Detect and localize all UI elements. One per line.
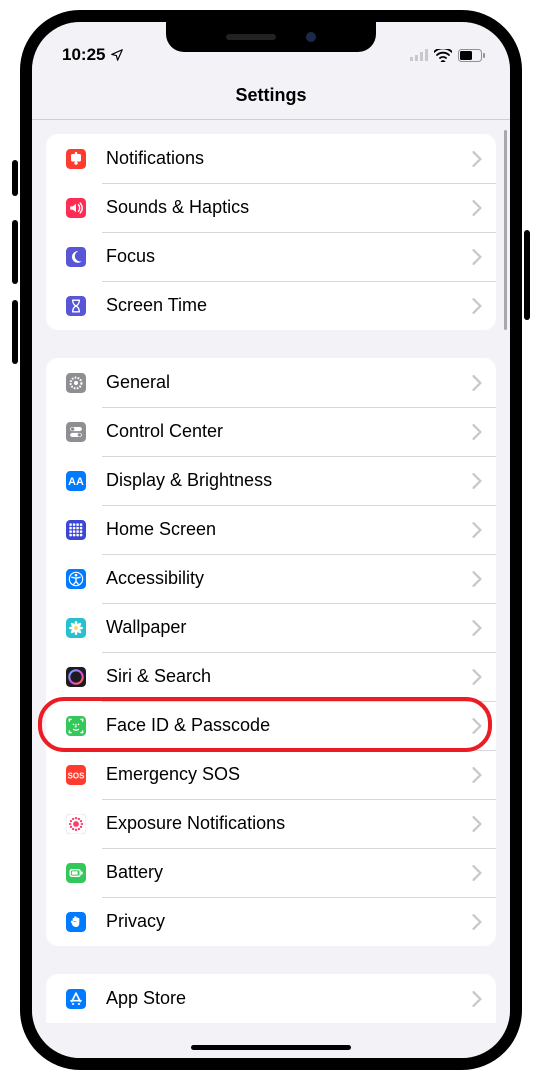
accessibility-icon [60,563,92,595]
row-control-center[interactable]: Control Center [46,407,496,456]
chevron-right-icon [472,375,482,391]
settings-content[interactable]: Notifications Sounds & Haptics Focus Scr… [32,120,510,1058]
svg-text:SOS: SOS [68,771,85,780]
row-screen-time[interactable]: Screen Time [46,281,496,330]
row-label: Sounds & Haptics [106,197,472,218]
row-label: Notifications [106,148,472,169]
row-emergency-sos[interactable]: SOS Emergency SOS [46,750,496,799]
row-label: Screen Time [106,295,472,316]
row-label: Home Screen [106,519,472,540]
row-general[interactable]: General [46,358,496,407]
flower-icon [60,612,92,644]
row-label: General [106,372,472,393]
sos-icon: SOS [60,759,92,791]
appstore-icon [60,983,92,1015]
siri-icon [60,661,92,693]
row-focus[interactable]: Focus [46,232,496,281]
gear-icon [60,367,92,399]
chevron-right-icon [472,424,482,440]
chevron-right-icon [472,571,482,587]
moon-icon [60,241,92,273]
speaker-icon [60,192,92,224]
exposure-icon [60,808,92,840]
chevron-right-icon [472,522,482,538]
battery-icon [60,857,92,889]
row-notifications[interactable]: Notifications [46,134,496,183]
row-exposure-notifications[interactable]: Exposure Notifications [46,799,496,848]
row-label: Focus [106,246,472,267]
row-app-store[interactable]: App Store [46,974,496,1023]
grid-icon [60,514,92,546]
chevron-right-icon [472,298,482,314]
row-sounds-haptics[interactable]: Sounds & Haptics [46,183,496,232]
aa-icon: AA [60,465,92,497]
row-display-brightness[interactable]: AA Display & Brightness [46,456,496,505]
svg-text:AA: AA [68,476,84,488]
row-label: Display & Brightness [106,470,472,491]
location-icon [110,48,124,62]
row-label: Emergency SOS [106,764,472,785]
row-label: Siri & Search [106,666,472,687]
row-label: Wallpaper [106,617,472,638]
chevron-right-icon [472,473,482,489]
chevron-right-icon [472,669,482,685]
bell-icon [60,143,92,175]
chevron-right-icon [472,718,482,734]
row-siri-search[interactable]: Siri & Search [46,652,496,701]
row-label: App Store [106,988,472,1009]
row-battery[interactable]: Battery [46,848,496,897]
chevron-right-icon [472,249,482,265]
wifi-icon [434,49,452,62]
chevron-right-icon [472,151,482,167]
chevron-right-icon [472,767,482,783]
row-label: Control Center [106,421,472,442]
chevron-right-icon [472,200,482,216]
row-accessibility[interactable]: Accessibility [46,554,496,603]
page-title: Settings [235,85,306,106]
faceid-icon [60,710,92,742]
cellular-icon [410,49,428,61]
row-label: Exposure Notifications [106,813,472,834]
switches-icon [60,416,92,448]
row-label: Face ID & Passcode [106,715,472,736]
chevron-right-icon [472,914,482,930]
battery-icon [458,49,486,62]
hourglass-icon [60,290,92,322]
chevron-right-icon [472,816,482,832]
row-label: Accessibility [106,568,472,589]
navbar: Settings [32,72,510,120]
row-face-id-passcode[interactable]: Face ID & Passcode [46,701,496,750]
row-wallpaper[interactable]: Wallpaper [46,603,496,652]
chevron-right-icon [472,620,482,636]
row-label: Privacy [106,911,472,932]
row-privacy[interactable]: Privacy [46,897,496,946]
row-label: Battery [106,862,472,883]
status-time: 10:25 [62,45,105,65]
scroll-indicator[interactable] [504,130,507,330]
chevron-right-icon [472,865,482,881]
row-home-screen[interactable]: Home Screen [46,505,496,554]
chevron-right-icon [472,991,482,1007]
home-indicator[interactable] [191,1045,351,1050]
hand-icon [60,906,92,938]
